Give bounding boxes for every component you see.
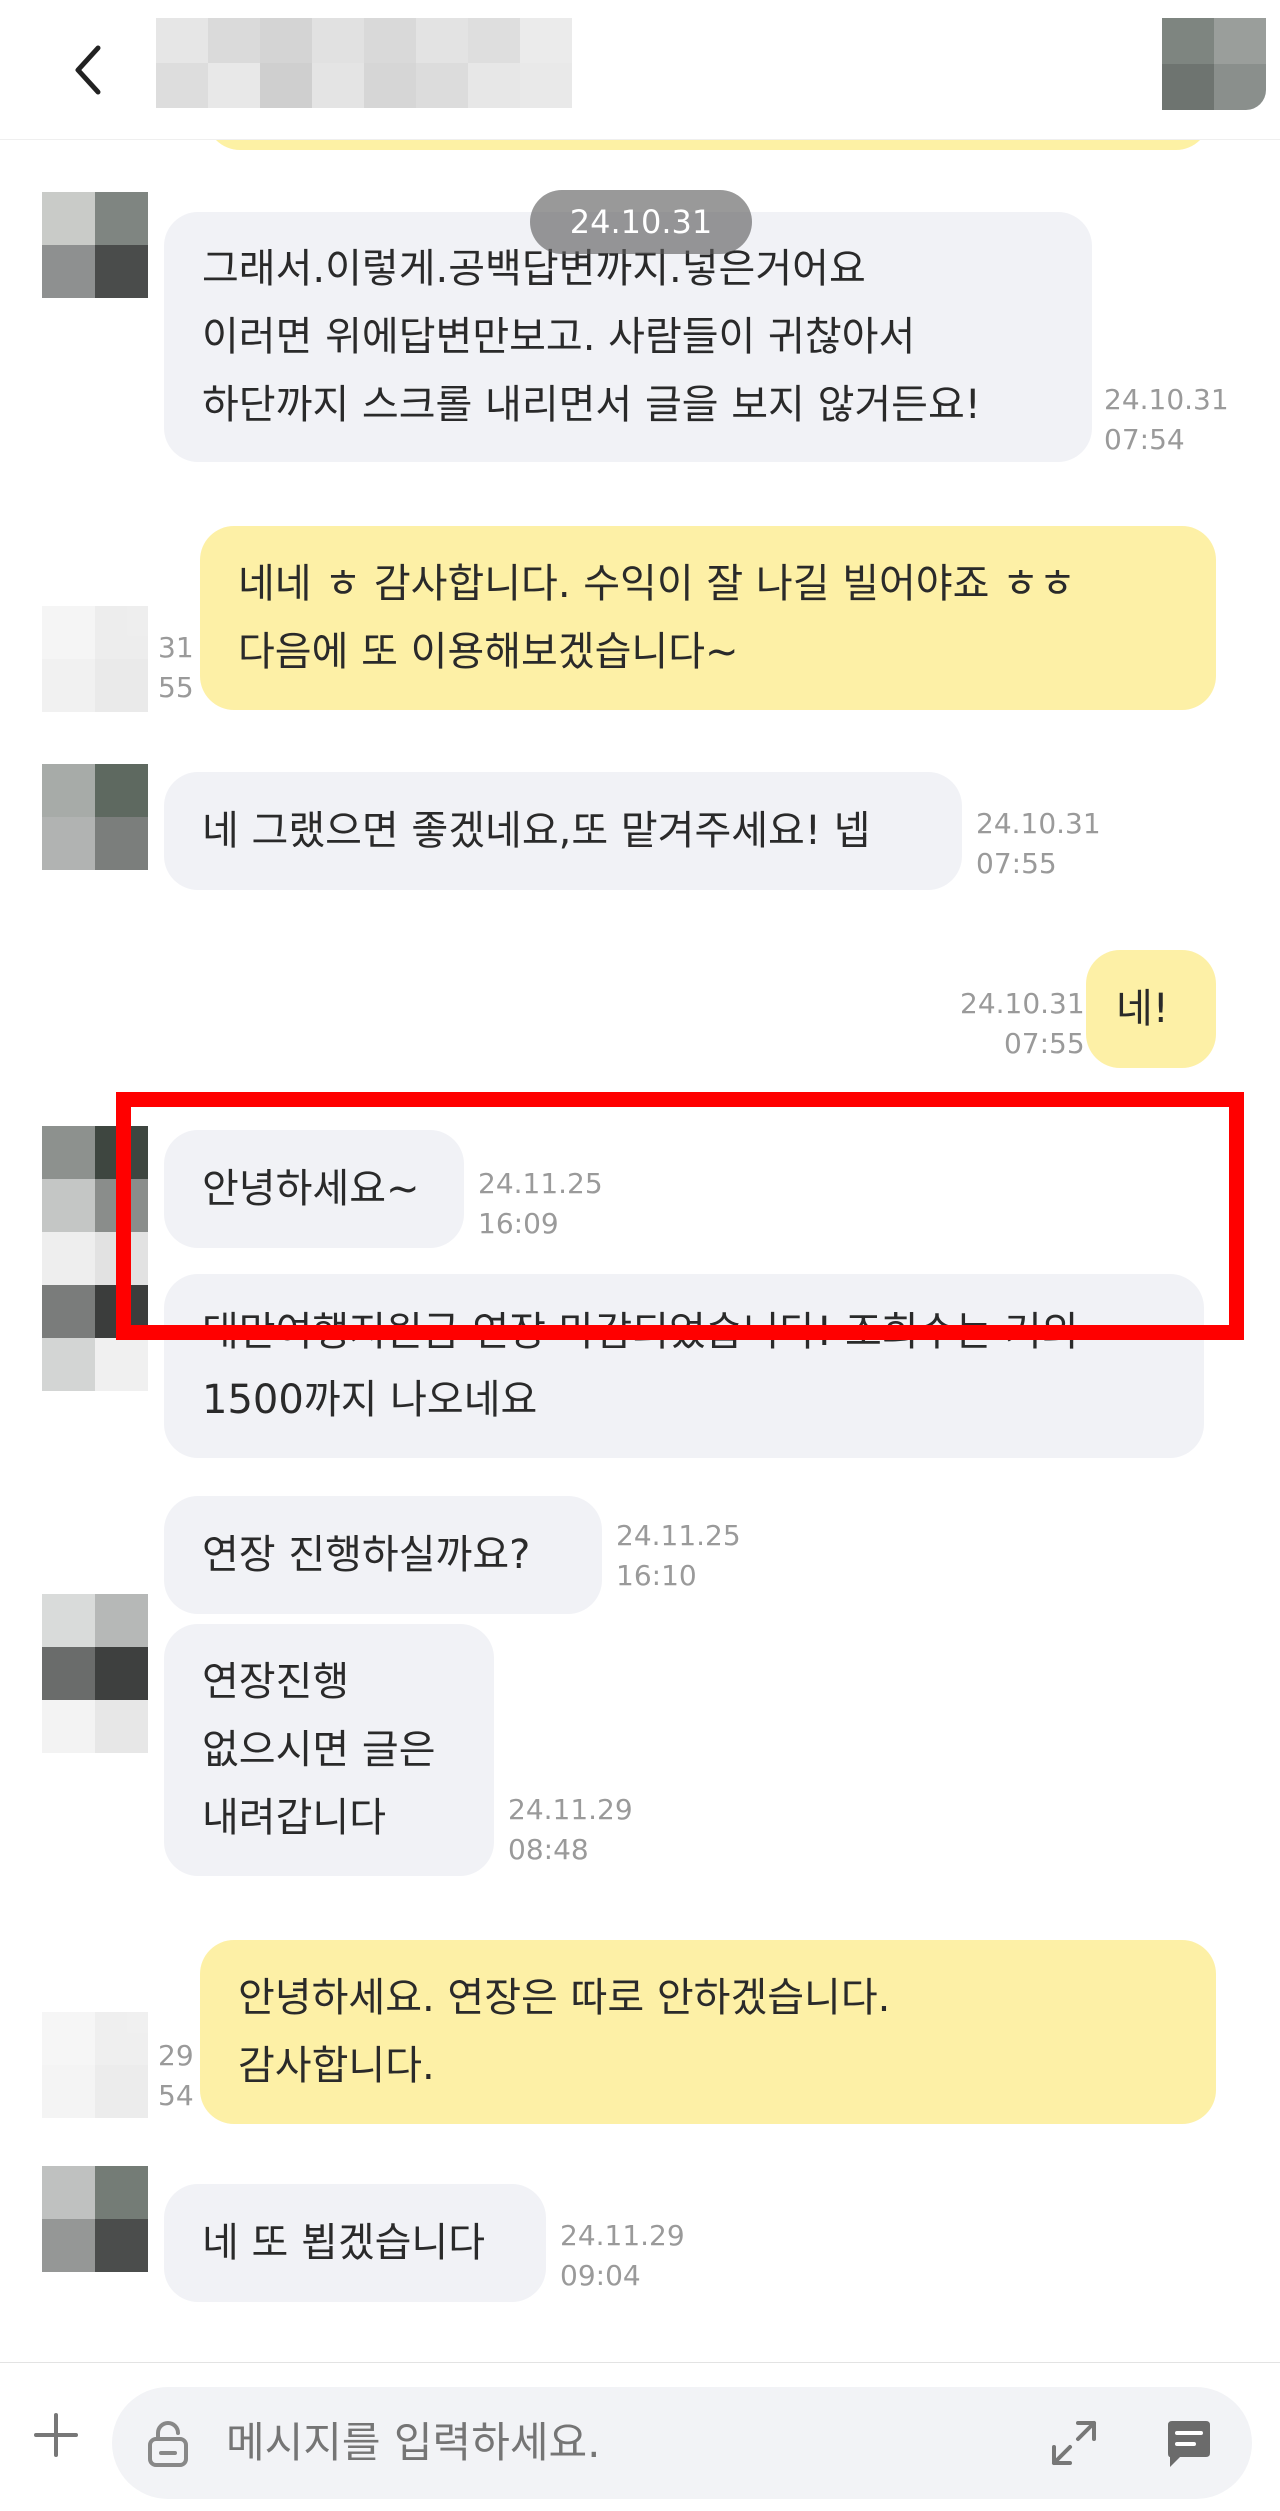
message-timestamp: 24.10.31 07:54 <box>1104 383 1229 456</box>
sender-avatar[interactable] <box>42 1594 148 1700</box>
message-timestamp: 24.11.29 08:48 <box>508 1793 633 1866</box>
message-bubble-outgoing[interactable]: 안녕하세요. 연장은 따로 안하겠습니다. 감사합니다. <box>200 1940 1216 2124</box>
message-timestamp: 24.11.29 09:04 <box>560 2219 685 2292</box>
message-timestamp: 24.10.31 07:55 <box>976 807 1101 880</box>
message-text: 다음에 또 이용해보겠습니다~ <box>238 629 739 675</box>
highlight-annotation-box <box>116 1092 1244 1340</box>
message-text: 하단까지 스크롤 내리면서 글을 보지 않거든요! <box>202 382 981 428</box>
sender-avatar-faded <box>42 2012 148 2118</box>
sender-avatar[interactable] <box>42 192 148 298</box>
message-bubble-outgoing[interactable]: 네네 ㅎ 감사합니다. 수익이 잘 나길 빌어야죠 ㅎㅎ 다음에 또 이용해보겠… <box>200 526 1216 710</box>
message-input-container[interactable] <box>112 2387 1252 2499</box>
sender-avatar-faded <box>42 606 148 712</box>
message-text: 네! <box>1116 986 1169 1032</box>
plus-icon <box>34 2413 78 2457</box>
message-bubble-incoming[interactable]: 네 그랬으면 좋겠네요,또 맡겨주세요! 넵 <box>164 772 962 890</box>
expand-icon[interactable] <box>1048 2417 1100 2469</box>
back-button[interactable] <box>58 38 118 102</box>
message-timestamp: 24.11.25 16:10 <box>616 1519 741 1592</box>
message-text: 네 그랬으면 좋겠네요,또 맡겨주세요! 넵 <box>202 808 871 854</box>
message-timestamp: 29 54 <box>158 2039 194 2112</box>
message-bubble-incoming[interactable]: 연장진행 없으시면 글은 내려갑니다 <box>164 1624 494 1876</box>
chat-send-icon[interactable] <box>1162 2417 1216 2471</box>
message-text: 네네 ㅎ 감사합니다. 수익이 잘 나길 빌어야죠 ㅎㅎ <box>238 561 1076 607</box>
chevron-left-icon <box>75 45 101 95</box>
message-text: 내려갑니다 <box>202 1795 386 1841</box>
profile-avatar[interactable] <box>1162 18 1266 110</box>
message-text: 1500까지 나오네요 <box>202 1377 538 1423</box>
message-bubble-outgoing[interactable]: 네! <box>1086 950 1216 1068</box>
sender-avatar[interactable] <box>42 2166 148 2272</box>
date-divider: 24.10.31 <box>530 190 752 254</box>
message-text: 안녕하세요. 연장은 따로 안하겠습니다. <box>238 1975 891 2021</box>
lock-icon[interactable] <box>142 2417 194 2469</box>
message-bubble-incoming[interactable]: 연장 진행하실까요? <box>164 1496 602 1614</box>
message-timestamp: 24.10.31 07:55 <box>960 987 1085 1060</box>
blurred-chat-title <box>156 18 572 108</box>
attach-button[interactable] <box>30 2409 82 2461</box>
message-timestamp: 31 55 <box>158 631 194 704</box>
message-text: 연장 진행하실까요? <box>202 1532 531 1578</box>
chat-header <box>0 0 1280 140</box>
message-bubble-previous <box>206 140 1210 150</box>
message-input[interactable] <box>226 2387 1026 2499</box>
message-bubble-incoming[interactable]: 네 또 뵙겠습니다 <box>164 2184 546 2302</box>
message-text: 네 또 뵙겠습니다 <box>202 2220 486 2266</box>
message-text: 연장진행 <box>202 1659 350 1705</box>
message-text: 없으시면 글은 <box>202 1727 436 1773</box>
message-text: 감사합니다. <box>238 2043 435 2089</box>
sender-avatar[interactable] <box>42 764 148 870</box>
message-text: 이러면 위에답변만보고. 사람들이 귀찮아서 <box>202 314 916 360</box>
message-composer <box>0 2362 1280 2511</box>
sender-avatar-faded <box>42 1700 148 1806</box>
sender-avatar <box>42 1338 148 1444</box>
